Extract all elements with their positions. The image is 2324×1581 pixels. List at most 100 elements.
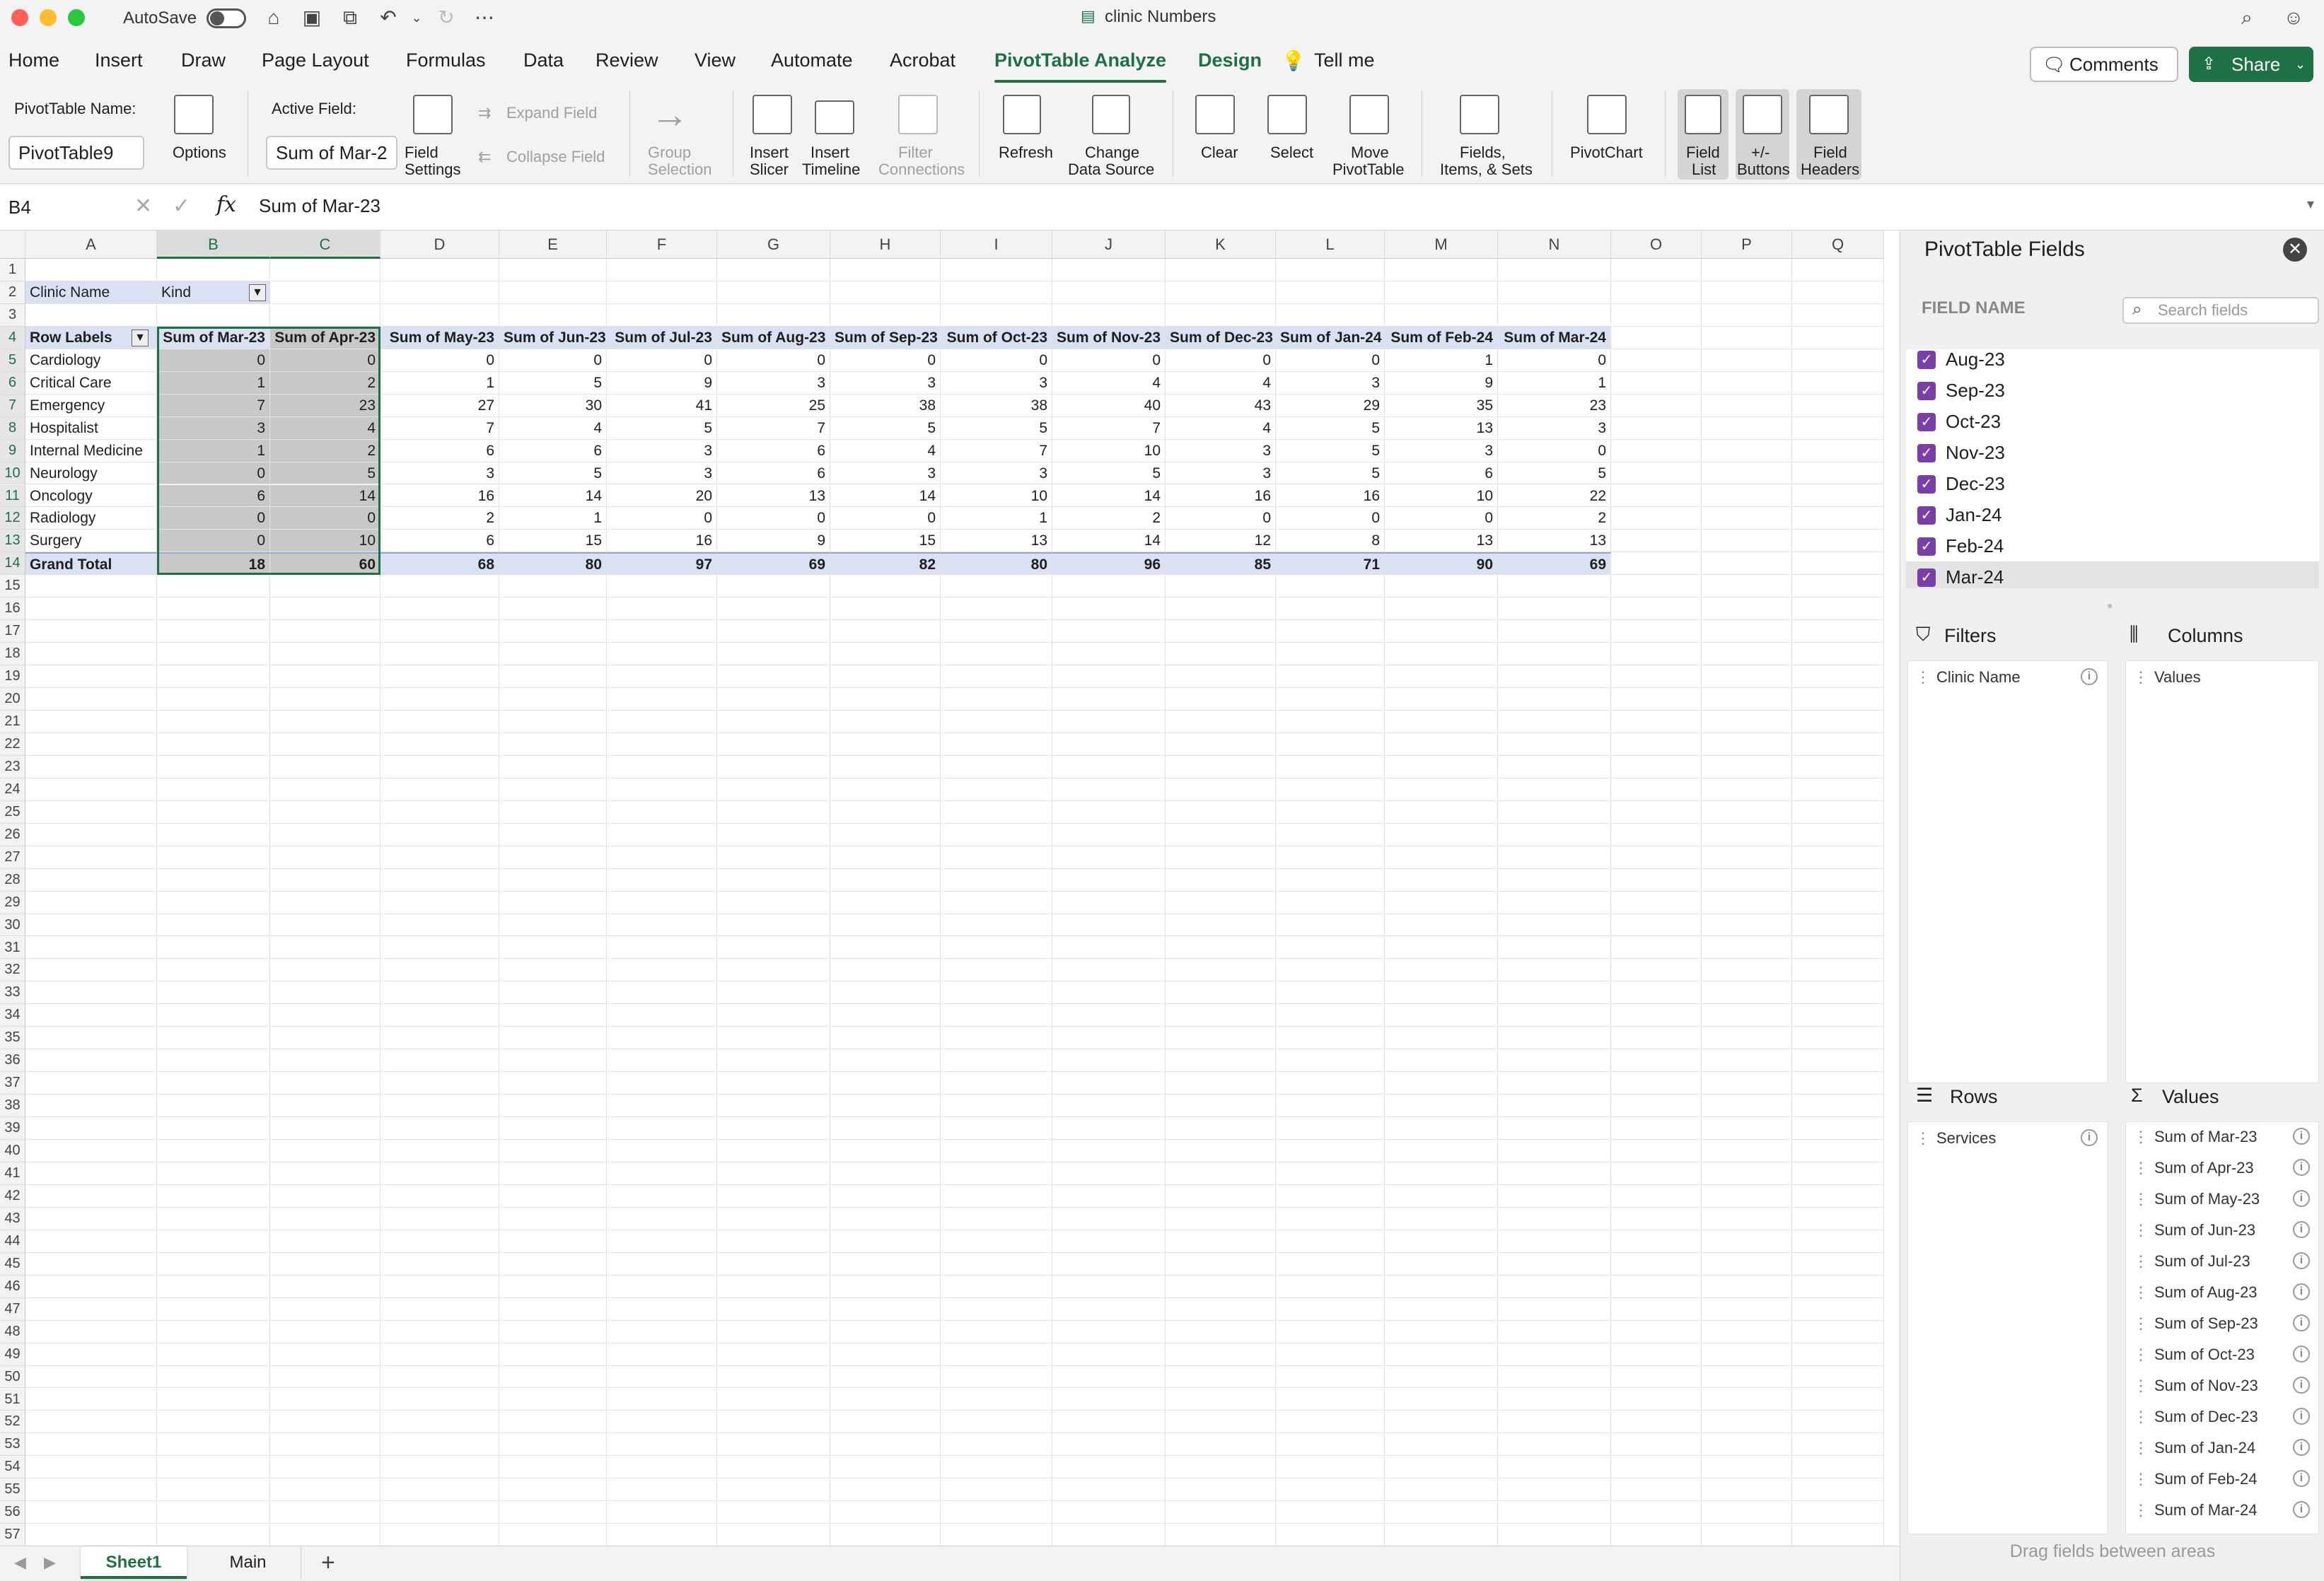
cell[interactable] xyxy=(1052,1140,1166,1162)
field-settings-icon[interactable] xyxy=(413,95,453,134)
cell[interactable] xyxy=(1792,1095,1884,1118)
cell[interactable] xyxy=(270,778,380,801)
tab-pivottable-analyze[interactable]: PivotTable Analyze xyxy=(994,49,1167,83)
cell[interactable] xyxy=(941,1275,1052,1298)
cell[interactable] xyxy=(717,1411,830,1434)
pivot-value-cell[interactable]: 14 xyxy=(499,484,607,508)
cell[interactable] xyxy=(1498,846,1611,869)
cell[interactable] xyxy=(1276,575,1385,598)
cell[interactable] xyxy=(607,1501,717,1524)
row-header[interactable]: 36 xyxy=(0,1049,25,1073)
cell[interactable] xyxy=(1052,1343,1166,1366)
cell[interactable] xyxy=(830,1095,941,1118)
cell[interactable] xyxy=(25,711,157,733)
pivot-value-cell[interactable]: 0 xyxy=(607,507,717,530)
cell[interactable] xyxy=(941,1433,1052,1457)
cell[interactable] xyxy=(830,1184,941,1208)
cell[interactable] xyxy=(1498,1478,1611,1502)
cell[interactable] xyxy=(1792,281,1884,304)
cell[interactable] xyxy=(25,1275,157,1298)
cell[interactable] xyxy=(1792,1297,1884,1321)
cell[interactable] xyxy=(499,755,607,778)
cell[interactable] xyxy=(380,959,499,982)
cell[interactable] xyxy=(1611,936,1702,959)
cell[interactable] xyxy=(1702,507,1792,530)
cell[interactable] xyxy=(157,1207,270,1230)
cell[interactable] xyxy=(1385,800,1498,824)
cell[interactable] xyxy=(717,1252,830,1276)
cell[interactable] xyxy=(717,891,830,914)
close-window-button[interactable] xyxy=(11,9,28,26)
cell[interactable] xyxy=(717,1072,830,1095)
cell[interactable] xyxy=(499,643,607,666)
cell[interactable] xyxy=(1276,281,1385,304)
pivot-header-cell[interactable]: Sum of Jun-23 xyxy=(499,326,607,349)
more-icon[interactable]: ⋯ xyxy=(472,6,496,30)
column-header[interactable]: O xyxy=(1611,231,1702,259)
cell[interactable] xyxy=(1702,1297,1792,1321)
cell[interactable] xyxy=(830,711,941,733)
cell[interactable] xyxy=(1702,394,1792,417)
cell[interactable] xyxy=(1276,1140,1385,1162)
cell[interactable] xyxy=(25,1297,157,1321)
cell[interactable] xyxy=(1385,1478,1498,1502)
row-header[interactable]: 6 xyxy=(0,371,25,395)
row-header[interactable]: 44 xyxy=(0,1230,25,1253)
cell[interactable] xyxy=(270,755,380,778)
cell[interactable] xyxy=(941,1072,1052,1095)
cell[interactable] xyxy=(1385,688,1498,711)
cell[interactable] xyxy=(380,823,499,846)
cell[interactable] xyxy=(1611,665,1702,689)
cell[interactable] xyxy=(830,1140,941,1162)
pivot-value-cell[interactable]: 0 xyxy=(830,507,941,530)
cell[interactable] xyxy=(607,891,717,914)
cell[interactable] xyxy=(607,914,717,937)
cell[interactable] xyxy=(607,1004,717,1027)
cell[interactable] xyxy=(1611,688,1702,711)
pivot-value-cell[interactable]: 9 xyxy=(717,530,830,553)
cell[interactable] xyxy=(1792,733,1884,756)
cell[interactable] xyxy=(607,1184,717,1208)
cell[interactable] xyxy=(499,1230,607,1253)
pivot-value-cell[interactable]: 0 xyxy=(157,507,270,530)
cell[interactable] xyxy=(270,1184,380,1208)
cell[interactable] xyxy=(717,1456,830,1479)
cell[interactable] xyxy=(25,823,157,846)
cell[interactable] xyxy=(717,1230,830,1253)
pivot-value-cell[interactable]: 8 xyxy=(1276,530,1385,553)
cell[interactable] xyxy=(830,1230,941,1253)
cell[interactable] xyxy=(830,733,941,756)
cell[interactable] xyxy=(1792,1140,1884,1162)
row-header[interactable]: 25 xyxy=(0,800,25,824)
cell[interactable] xyxy=(1702,1433,1792,1457)
cell[interactable] xyxy=(830,1388,941,1411)
cell[interactable] xyxy=(25,733,157,756)
cell[interactable] xyxy=(1276,1184,1385,1208)
cell[interactable] xyxy=(941,1049,1052,1073)
cell[interactable] xyxy=(1498,688,1611,711)
pivot-value-cell[interactable]: 38 xyxy=(830,394,941,417)
cell[interactable] xyxy=(830,1072,941,1095)
cell[interactable] xyxy=(157,868,270,892)
cell[interactable] xyxy=(1385,1095,1498,1118)
cell[interactable] xyxy=(157,1320,270,1343)
cell[interactable] xyxy=(1276,1004,1385,1027)
cell[interactable] xyxy=(607,981,717,1005)
cell[interactable] xyxy=(1498,303,1611,327)
column-header[interactable]: J xyxy=(1052,231,1166,259)
cell[interactable] xyxy=(270,1095,380,1118)
cell[interactable] xyxy=(1792,371,1884,395)
cell[interactable] xyxy=(1792,711,1884,733)
cell[interactable] xyxy=(1276,688,1385,711)
cell[interactable] xyxy=(830,1252,941,1276)
cell[interactable] xyxy=(941,1388,1052,1411)
cell[interactable] xyxy=(1276,959,1385,982)
cell[interactable] xyxy=(499,1162,607,1185)
cell[interactable] xyxy=(607,711,717,733)
cell[interactable] xyxy=(1276,620,1385,643)
row-label-cell[interactable]: Critical Care xyxy=(25,371,157,395)
cell[interactable] xyxy=(270,1411,380,1434)
cell[interactable] xyxy=(1611,575,1702,598)
cell[interactable] xyxy=(941,1365,1052,1389)
cell[interactable] xyxy=(1166,1162,1276,1185)
